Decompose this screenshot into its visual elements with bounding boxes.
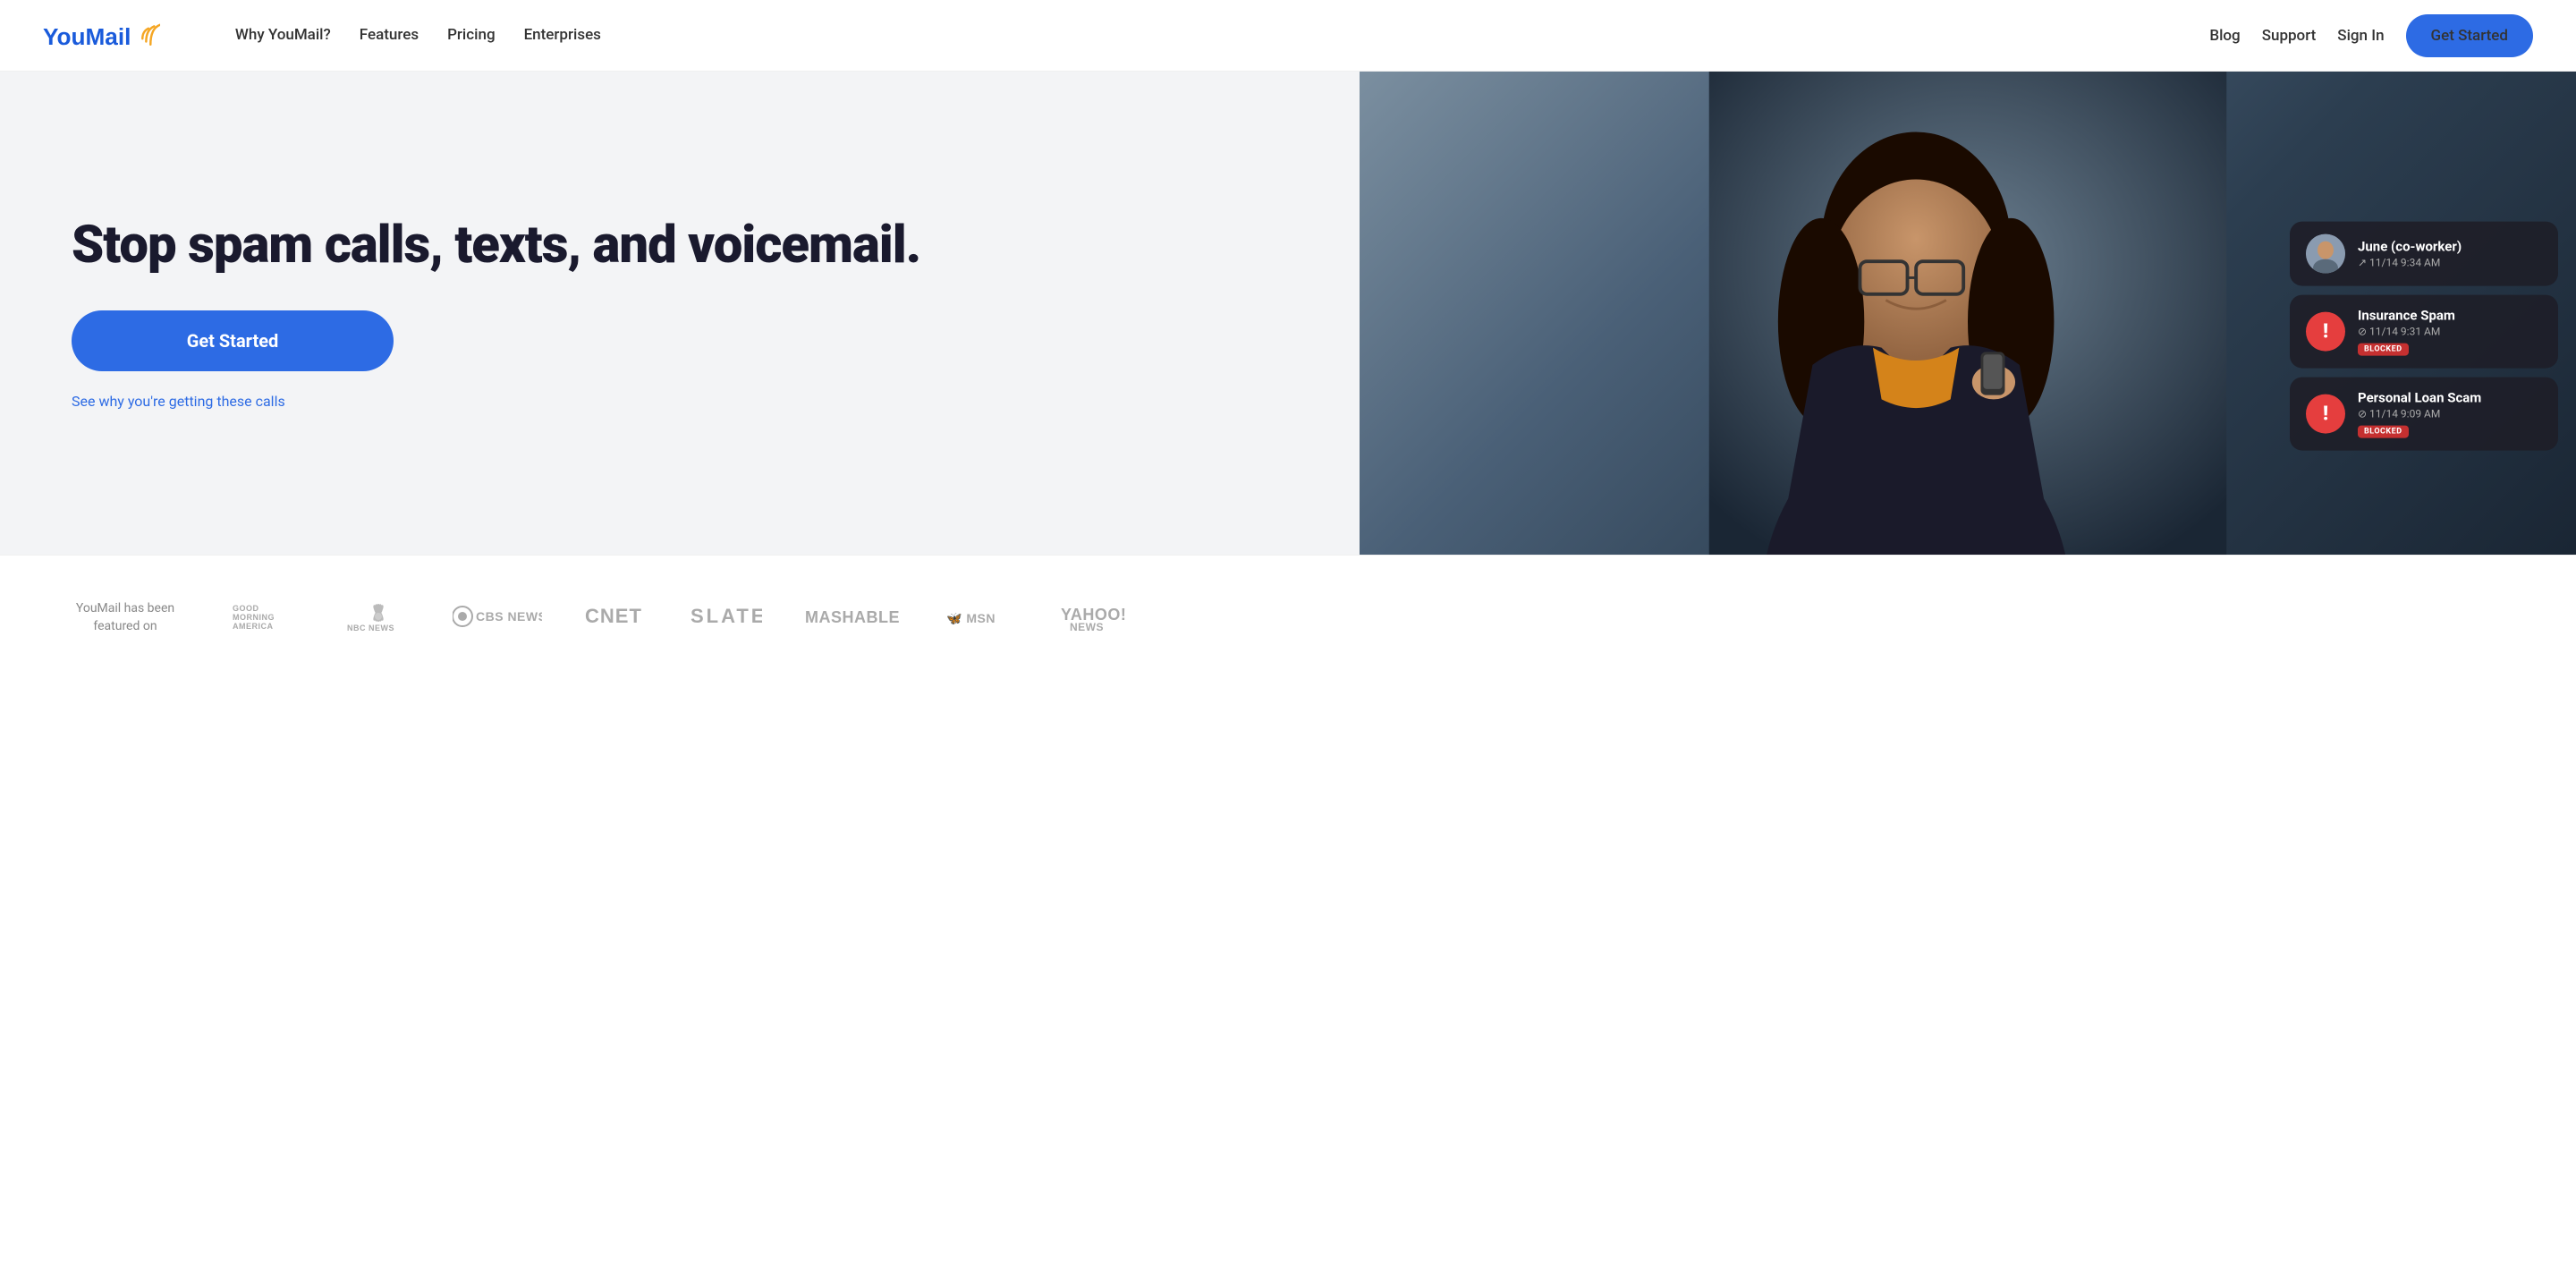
call-card-name-june: June (co-worker): [2358, 239, 2542, 255]
call-cards-overlay: June (co-worker) ↗ 11/14 9:34 AM ! Insur…: [2290, 222, 2558, 451]
call-card-info-june: June (co-worker) ↗ 11/14 9:34 AM: [2358, 239, 2542, 269]
mashable-logo-svg: Mashable: [805, 603, 903, 630]
hero-left: Stop spam calls, texts, and voicemail. G…: [0, 72, 1360, 555]
hero-get-started-button[interactable]: Get Started: [72, 310, 394, 371]
nav-link-enterprises[interactable]: Enterprises: [524, 26, 601, 44]
featured-label: YouMail has been featured on: [72, 600, 179, 635]
svg-text:AMERICA: AMERICA: [233, 622, 274, 631]
call-card-avatar-spam-2: !: [2306, 395, 2345, 434]
featured-section: YouMail has been featured on GOOD MORNIN…: [0, 555, 2576, 680]
call-card-personal-loan-scam: ! Personal Loan Scam ⊘ 11/14 9:09 AM BLO…: [2290, 378, 2558, 451]
call-card-info-insurance-spam: Insurance Spam ⊘ 11/14 9:31 AM BLOCKED: [2358, 308, 2542, 356]
nav-link-pricing[interactable]: Pricing: [447, 26, 496, 44]
featured-logo-slate: SLATE: [691, 602, 762, 633]
svg-text:Mashable: Mashable: [805, 608, 900, 626]
nav-link-support[interactable]: Support: [2262, 27, 2317, 45]
msn-logo-svg: 🦋 msn: [946, 603, 1018, 630]
call-card-meta-insurance-spam: ⊘ 11/14 9:31 AM: [2358, 326, 2542, 338]
nav-link-sign-in[interactable]: Sign In: [2337, 27, 2384, 45]
nav-get-started-button[interactable]: Get Started: [2406, 14, 2533, 57]
call-card-info-personal-loan-scam: Personal Loan Scam ⊘ 11/14 9:09 AM BLOCK…: [2358, 390, 2542, 438]
call-card-avatar-june: [2306, 234, 2345, 274]
nav-left: YouMail Why YouMail? Features Pricing En…: [43, 0, 644, 72]
nav-link-why-youmail[interactable]: Why YouMail?: [235, 26, 331, 44]
hero-right: June (co-worker) ↗ 11/14 9:34 AM ! Insur…: [1360, 72, 2576, 555]
call-card-avatar-spam-1: !: [2306, 312, 2345, 352]
cbs-logo-svg: CBS NEWS: [453, 603, 542, 630]
june-avatar-icon: [2306, 234, 2345, 274]
svg-text:news: news: [1070, 621, 1104, 632]
featured-logos: GOOD MORNING AMERICA NBC NEWS: [233, 598, 1141, 637]
spam-icon-1: !: [2323, 320, 2328, 343]
call-card-meta-personal-loan-scam: ⊘ 11/14 9:09 AM: [2358, 408, 2542, 420]
call-card-meta-june: ↗ 11/14 9:34 AM: [2358, 257, 2542, 269]
logo-link[interactable]: YouMail: [43, 20, 160, 52]
svg-text:GOOD: GOOD: [233, 604, 259, 613]
svg-text:NBC NEWS: NBC NEWS: [347, 624, 394, 632]
youmail-logo-svg: YouMail: [43, 20, 160, 52]
svg-text:CBS NEWS: CBS NEWS: [476, 609, 542, 624]
featured-logo-gma: GOOD MORNING AMERICA: [233, 598, 304, 637]
blocked-badge-insurance-spam: BLOCKED: [2358, 344, 2409, 356]
featured-logo-yahoo: yahoo! news: [1061, 600, 1141, 636]
spam-icon-2: !: [2323, 403, 2328, 425]
featured-logo-cbs: CBS NEWS: [453, 603, 542, 633]
yahoo-logo-svg: yahoo! news: [1061, 600, 1141, 632]
gma-logo-svg: GOOD MORNING AMERICA: [233, 598, 304, 634]
hero-title: Stop spam calls, texts, and voicemail.: [72, 216, 1288, 275]
hero-section: Stop spam calls, texts, and voicemail. G…: [0, 72, 2576, 555]
hero-sublink[interactable]: See why you're getting these calls: [72, 393, 1288, 410]
svg-text:MORNING: MORNING: [233, 613, 275, 622]
svg-text:🦋 msn: 🦋 msn: [946, 611, 996, 625]
svg-text:CNET: CNET: [585, 605, 642, 627]
cnet-logo-svg: CNET: [585, 602, 648, 629]
main-nav: YouMail Why YouMail? Features Pricing En…: [0, 0, 2576, 72]
svg-text:YouMail: YouMail: [43, 22, 131, 49]
featured-logo-nbc: NBC NEWS: [347, 598, 410, 637]
nav-link-features[interactable]: Features: [360, 26, 419, 44]
nav-link-blog[interactable]: Blog: [2209, 27, 2240, 45]
svg-text:SLATE: SLATE: [691, 605, 762, 627]
featured-logo-cnet: CNET: [585, 602, 648, 633]
call-card-june: June (co-worker) ↗ 11/14 9:34 AM: [2290, 222, 2558, 286]
featured-logo-mashable: Mashable: [805, 603, 903, 633]
blocked-badge-personal-loan-scam: BLOCKED: [2358, 426, 2409, 438]
nbc-logo-svg: NBC NEWS: [347, 598, 410, 634]
call-card-name-insurance-spam: Insurance Spam: [2358, 308, 2542, 324]
slate-logo-svg: SLATE: [691, 602, 762, 629]
featured-logo-msn: 🦋 msn: [946, 603, 1018, 633]
nav-links: Why YouMail? Features Pricing Enterprise…: [192, 0, 644, 72]
call-card-insurance-spam: ! Insurance Spam ⊘ 11/14 9:31 AM BLOCKED: [2290, 295, 2558, 369]
nav-right: Blog Support Sign In Get Started: [2209, 14, 2533, 57]
call-card-name-personal-loan-scam: Personal Loan Scam: [2358, 390, 2542, 406]
